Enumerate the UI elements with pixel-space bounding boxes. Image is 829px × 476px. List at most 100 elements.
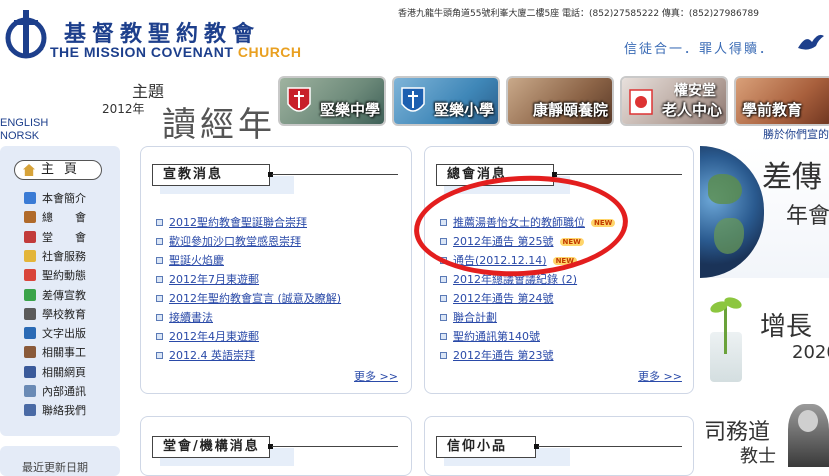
bullet-icon — [156, 314, 163, 321]
cross-anchor-logo-icon[interactable] — [4, 8, 48, 62]
globe-image — [700, 146, 764, 278]
theme-year: 2012年 — [102, 102, 145, 116]
banner-label: 學前教育 — [742, 101, 803, 119]
news-item-text: 聖約通訊第140號 — [453, 330, 540, 343]
news-item-text: 聯合計劃 — [453, 311, 497, 324]
mission-news-item[interactable]: 2012年7月東遊郵 — [156, 271, 259, 287]
logo-english-name[interactable]: THE MISSION COVENANT CHURCH — [50, 44, 302, 60]
sidebar-item[interactable]: 總 會 — [24, 209, 86, 227]
sidebar-item[interactable]: 本會簡介 — [24, 190, 86, 208]
bullet-icon — [440, 314, 447, 321]
theme-label: 主題 — [132, 82, 165, 101]
title-rule — [272, 446, 398, 447]
mission-news-item[interactable]: 2012年4月東遊郵 — [156, 328, 259, 344]
bullet-icon — [156, 333, 163, 340]
news-item-text: 2012年通告 第24號 — [453, 292, 554, 305]
sidebar-item[interactable]: 聯絡我們 — [24, 402, 86, 420]
sidebar-item-label: 聯絡我們 — [42, 404, 86, 418]
mission-news-item[interactable]: 聖誕火焰慶 — [156, 252, 224, 268]
title-rule — [272, 174, 398, 175]
sidebar-item-label: 總 會 — [42, 211, 86, 225]
chart-icon — [24, 269, 36, 282]
banner-label: 康靜頤養院 — [532, 101, 608, 119]
mission-big-text: 差傳 — [762, 160, 822, 195]
sidebar-item-label: 內部通訊 — [42, 385, 86, 398]
news-item-text: 2012年聖約教會宣言 (誠意及瞭解) — [169, 292, 342, 305]
dove-icon — [798, 34, 824, 50]
pastor-photo — [788, 404, 829, 467]
banner-label: 堅樂小學 — [433, 101, 494, 119]
sidebar-item-label: 文字出版 — [42, 327, 86, 341]
sidebar-item[interactable]: 堂 會 — [24, 229, 86, 247]
sidebar-item[interactable]: 社會服務 — [24, 248, 86, 266]
pastor-banner[interactable]: 司務道 教士 — [700, 400, 829, 467]
sidebar-item[interactable]: 內部通訊 — [24, 383, 86, 401]
faith-notes-title: 信仰小品 — [436, 436, 536, 458]
growth-banner[interactable]: 增長 2020 — [700, 290, 829, 390]
general-news-item[interactable]: 聖約通訊第140號 — [440, 328, 540, 344]
title-rule — [538, 446, 682, 447]
sidebar-item-label: 本會簡介 — [42, 192, 86, 205]
general-news-item[interactable]: 2012年通告 第24號 — [440, 290, 554, 306]
plant-image — [704, 295, 748, 382]
news-item-text: 2012聖約教會聖誕聯合崇拜 — [169, 216, 307, 229]
news-item-text: 接續書法 — [169, 311, 213, 324]
church-icon — [24, 230, 36, 243]
banner-label: 老人中心 — [661, 101, 722, 119]
banner-preschool[interactable]: 學前教育 — [734, 76, 829, 126]
elderly-centre-logo-icon — [629, 89, 653, 115]
growth-big-text: 增長 — [760, 312, 813, 342]
mission-conference-banner[interactable]: 差傳 年會 — [700, 146, 829, 278]
sidebar-home-label: 主頁 — [40, 162, 87, 177]
sidebar-item[interactable]: 學校教育 — [24, 306, 86, 324]
theme-title: 讀經年 — [162, 105, 276, 145]
mission-news-item[interactable]: 接續書法 — [156, 309, 213, 325]
chat-icon — [24, 385, 36, 397]
banner-caption-link[interactable]: 勝於你們宣的 — [763, 126, 829, 142]
lang-english-link[interactable]: ENGLISH — [0, 117, 48, 129]
mission-news-title: 宣教消息 — [152, 164, 270, 186]
bullet-icon — [156, 238, 163, 245]
general-news-more-link[interactable]: 更多 >> — [638, 368, 682, 384]
school-icon — [24, 307, 36, 320]
mission-news-more-link[interactable]: 更多 >> — [354, 368, 398, 384]
banner-care-home[interactable]: 康靜頤養院 — [506, 76, 614, 126]
bullet-icon — [440, 276, 447, 283]
banner-secondary-school[interactable]: 堅樂中學 — [278, 76, 386, 126]
logo-english-accent: CHURCH — [237, 44, 302, 60]
news-item-text: 2012年4月東遊郵 — [169, 330, 259, 343]
general-news-item[interactable]: 2012年通告 第23號 — [440, 347, 554, 363]
pen-icon — [24, 327, 36, 340]
mission-news-item[interactable]: 2012.4 英語崇拜 — [156, 347, 255, 363]
sidebar-item[interactable]: 相關網頁 — [24, 364, 86, 382]
lang-norsk-link[interactable]: NORSK — [0, 130, 39, 142]
building-icon — [24, 211, 36, 224]
sidebar-home-button[interactable]: 主頁 — [14, 160, 102, 180]
pastor-sub-text: 教士 — [740, 446, 776, 467]
general-news-item[interactable]: 聯合計劃 — [440, 309, 497, 325]
mission-news-item[interactable]: 2012聖約教會聖誕聯合崇拜 — [156, 214, 307, 230]
slogan: 信徒合一．罪人得贖． — [624, 42, 775, 57]
news-item-text: 2012年通告 第23號 — [453, 349, 554, 362]
mission-sub-text: 年會 — [786, 204, 829, 229]
school-crest-icon — [287, 87, 311, 112]
news-item-text: 2012.4 英語崇拜 — [169, 349, 255, 362]
banner-label-top: 權安堂 — [674, 83, 716, 99]
banner-elderly-centre[interactable]: 權安堂 老人中心 — [620, 76, 728, 126]
mission-news-item[interactable]: 歡迎參加沙口教堂感恩崇拜 — [156, 233, 301, 249]
sidebar-item[interactable]: 聖約動態 — [24, 267, 86, 285]
sidebar-item-label: 學校教育 — [42, 307, 86, 321]
news-item-text: 歡迎參加沙口教堂感恩崇拜 — [169, 235, 301, 248]
banner-label: 堅樂中學 — [319, 101, 380, 119]
service-icon — [24, 249, 36, 262]
bullet-icon — [440, 295, 447, 302]
news-item-text: 聖誕火焰慶 — [169, 254, 224, 267]
sidebar-item[interactable]: 文字出版 — [24, 325, 86, 343]
sidebar-item[interactable]: 差傳宣教 — [24, 287, 86, 305]
banner-primary-school[interactable]: 堅樂小學 — [392, 76, 500, 126]
hands-icon — [24, 346, 36, 359]
bullet-icon — [440, 352, 447, 359]
mission-news-item[interactable]: 2012年聖約教會宣言 (誠意及瞭解) — [156, 290, 341, 306]
sidebar-item[interactable]: 相關事工 — [24, 344, 86, 362]
bullet-icon — [156, 295, 163, 302]
